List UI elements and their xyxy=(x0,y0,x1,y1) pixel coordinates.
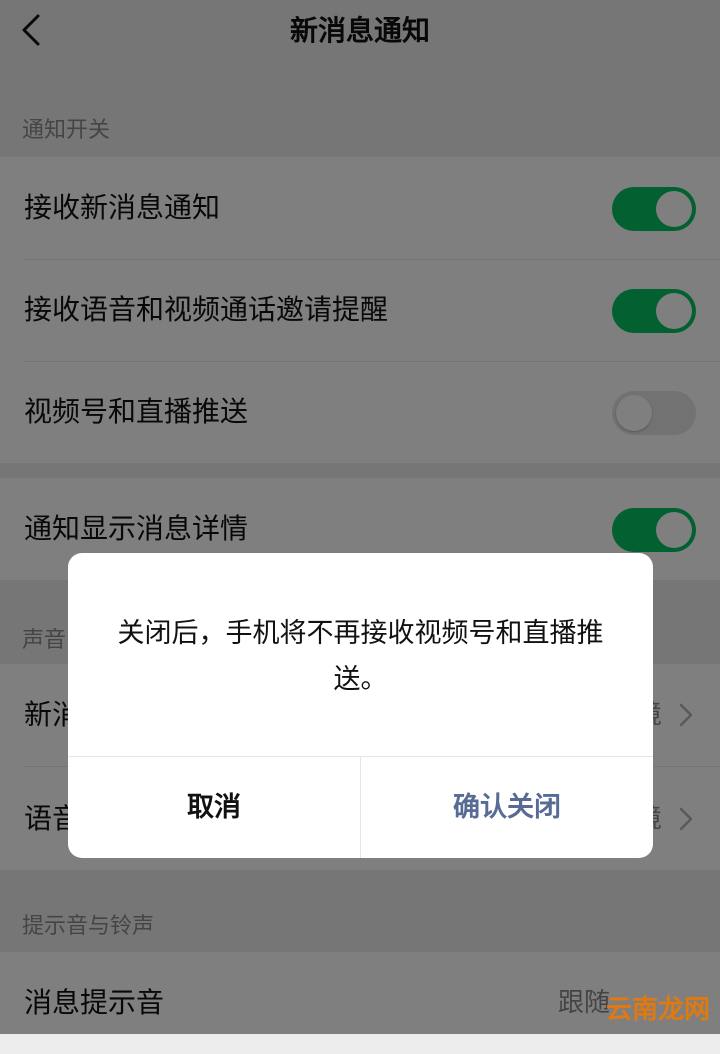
cancel-button[interactable]: 取消 xyxy=(68,757,360,858)
confirm-dialog: 关闭后，手机将不再接收视频号和直播推送。 取消 确认关闭 xyxy=(68,553,653,858)
watermark: 云南龙网 xyxy=(605,995,710,1025)
dialog-message: 关闭后，手机将不再接收视频号和直播推送。 xyxy=(117,618,604,695)
confirm-close-button[interactable]: 确认关闭 xyxy=(361,757,653,858)
modal-overlay[interactable] xyxy=(0,0,720,1034)
